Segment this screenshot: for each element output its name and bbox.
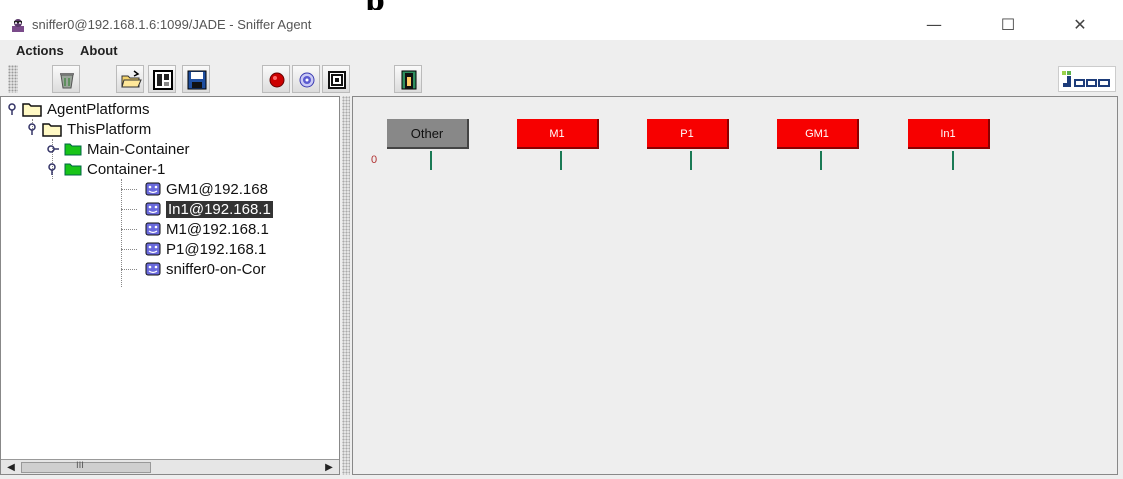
agent-face-icon bbox=[145, 202, 161, 216]
tree-connector bbox=[121, 189, 137, 190]
exit-button[interactable] bbox=[394, 65, 422, 93]
tree-node-label: Container-1 bbox=[87, 160, 166, 178]
expand-handle-icon[interactable] bbox=[47, 163, 59, 175]
tree-node-label: AgentPlatforms bbox=[47, 100, 150, 118]
tree-node-label: Main-Container bbox=[87, 140, 190, 158]
scroll-left-arrow-icon[interactable]: ◀ bbox=[3, 461, 19, 474]
window-title: sniffer0@192.168.1.6:1099/JADE - Sniffer… bbox=[32, 17, 312, 32]
clipped-text: ——— ————— ————————— ————— —————————— ———… bbox=[90, 0, 964, 6]
agent-box-p1[interactable]: P1 bbox=[647, 119, 729, 149]
open-file-button[interactable] bbox=[116, 65, 144, 93]
tree-node-thisplatform[interactable]: ThisPlatform bbox=[27, 119, 151, 139]
clipped-background-text: ——— ————— ————————— ————— —————————— ———… bbox=[0, 0, 1123, 10]
do-sniff-icon bbox=[269, 72, 285, 88]
menu-about[interactable]: About bbox=[80, 43, 118, 58]
sniffer-window: ——— ————— ————————— ————— —————————— ———… bbox=[0, 0, 1123, 479]
display-log-icon bbox=[153, 70, 173, 90]
agent-face-icon bbox=[145, 242, 161, 256]
tree-connector bbox=[121, 209, 137, 210]
tree-node-label: P1@192.168.1 bbox=[166, 240, 267, 258]
tree-connector bbox=[121, 229, 137, 230]
menu-bar: Actions About bbox=[0, 40, 1123, 62]
agent-face-icon bbox=[145, 222, 161, 236]
clear-canvas-button[interactable] bbox=[52, 65, 80, 93]
agent-face-icon bbox=[145, 182, 161, 196]
collapse-handle-icon[interactable] bbox=[47, 144, 59, 154]
agent-box-other[interactable]: Other bbox=[387, 119, 469, 149]
toolbar-grip[interactable] bbox=[8, 65, 18, 93]
tree-node-agent-sniffer0[interactable]: sniffer0-on-Cor bbox=[145, 259, 266, 279]
clipped-large-letter: p bbox=[365, 0, 385, 10]
tree-connector bbox=[121, 269, 137, 270]
tree-node-container-1[interactable]: Container-1 bbox=[47, 159, 165, 179]
folder-icon bbox=[42, 123, 62, 137]
tree-node-agent-m1[interactable]: M1@192.168.1 bbox=[145, 219, 269, 239]
agent-box-m1[interactable]: M1 bbox=[517, 119, 599, 149]
scroll-right-arrow-icon[interactable]: ▶ bbox=[321, 461, 337, 474]
agent-lifeline bbox=[690, 151, 692, 170]
tree-node-main-container[interactable]: Main-Container bbox=[47, 139, 190, 159]
split-pane-divider[interactable] bbox=[342, 96, 350, 475]
tree-connector bbox=[121, 179, 122, 287]
agent-face-icon bbox=[145, 262, 161, 276]
agent-lifeline bbox=[820, 151, 822, 170]
tree-node-agent-p1[interactable]: P1@192.168.1 bbox=[145, 239, 266, 259]
folder-icon bbox=[22, 103, 42, 117]
message-canvas: Other M1 P1 GM1 In1 0 bbox=[352, 96, 1118, 475]
do-sniff-button[interactable] bbox=[262, 65, 290, 93]
tree-connector bbox=[121, 249, 137, 250]
menu-actions[interactable]: Actions bbox=[16, 43, 64, 58]
expand-handle-icon[interactable] bbox=[7, 103, 17, 115]
jade-logo bbox=[1058, 66, 1116, 92]
save-file-button[interactable] bbox=[182, 65, 210, 93]
scroll-thumb-grip: III bbox=[76, 461, 84, 471]
jade-logo-icon bbox=[1062, 71, 1110, 87]
show-only-button[interactable] bbox=[322, 65, 350, 93]
title-bar: sniffer0@192.168.1.6:1099/JADE - Sniffer… bbox=[0, 10, 1123, 40]
close-button[interactable]: ✕ bbox=[1060, 14, 1100, 36]
tree-node-label: GM1@192.168 bbox=[166, 180, 268, 198]
message-counter: 0 bbox=[371, 154, 378, 166]
tree-node-label: M1@192.168.1 bbox=[166, 220, 269, 238]
tree-horizontal-scrollbar[interactable]: ◀ III ▶ bbox=[1, 459, 339, 474]
tree-node-label: sniffer0-on-Cor bbox=[166, 260, 266, 278]
do-not-sniff-button[interactable] bbox=[292, 65, 320, 93]
tree-node-agent-in1[interactable]: In1@192.168.1 bbox=[145, 199, 273, 219]
container-folder-icon bbox=[64, 143, 82, 156]
do-not-sniff-icon bbox=[299, 72, 315, 88]
show-only-icon bbox=[328, 71, 346, 89]
tree-node-agentplatforms[interactable]: AgentPlatforms bbox=[7, 99, 150, 119]
display-log-button[interactable] bbox=[148, 65, 176, 93]
open-file-icon bbox=[121, 70, 142, 88]
exit-icon bbox=[401, 70, 417, 90]
clear-canvas-icon bbox=[60, 73, 74, 89]
tree-node-label: In1@192.168.1 bbox=[166, 200, 273, 218]
agent-lifeline bbox=[430, 151, 432, 170]
tree-node-label: ThisPlatform bbox=[67, 120, 152, 138]
container-folder-icon bbox=[64, 163, 82, 176]
maximize-button[interactable]: ☐ bbox=[988, 14, 1028, 36]
agent-box-in1[interactable]: In1 bbox=[908, 119, 990, 149]
agent-lifeline bbox=[952, 151, 954, 170]
expand-handle-icon[interactable] bbox=[27, 123, 37, 135]
save-file-icon bbox=[187, 70, 207, 90]
agent-lifeline bbox=[560, 151, 562, 170]
toolbar bbox=[0, 62, 1123, 96]
agent-box-gm1[interactable]: GM1 bbox=[777, 119, 859, 149]
scroll-thumb[interactable]: III bbox=[21, 461, 151, 473]
sniffer-app-icon bbox=[12, 19, 24, 32]
minimize-button[interactable]: — bbox=[914, 14, 954, 36]
agent-tree-panel: AgentPlatforms ThisPlatform Main-Contain… bbox=[0, 96, 340, 475]
tree-node-agent-gm1[interactable]: GM1@192.168 bbox=[145, 179, 268, 199]
